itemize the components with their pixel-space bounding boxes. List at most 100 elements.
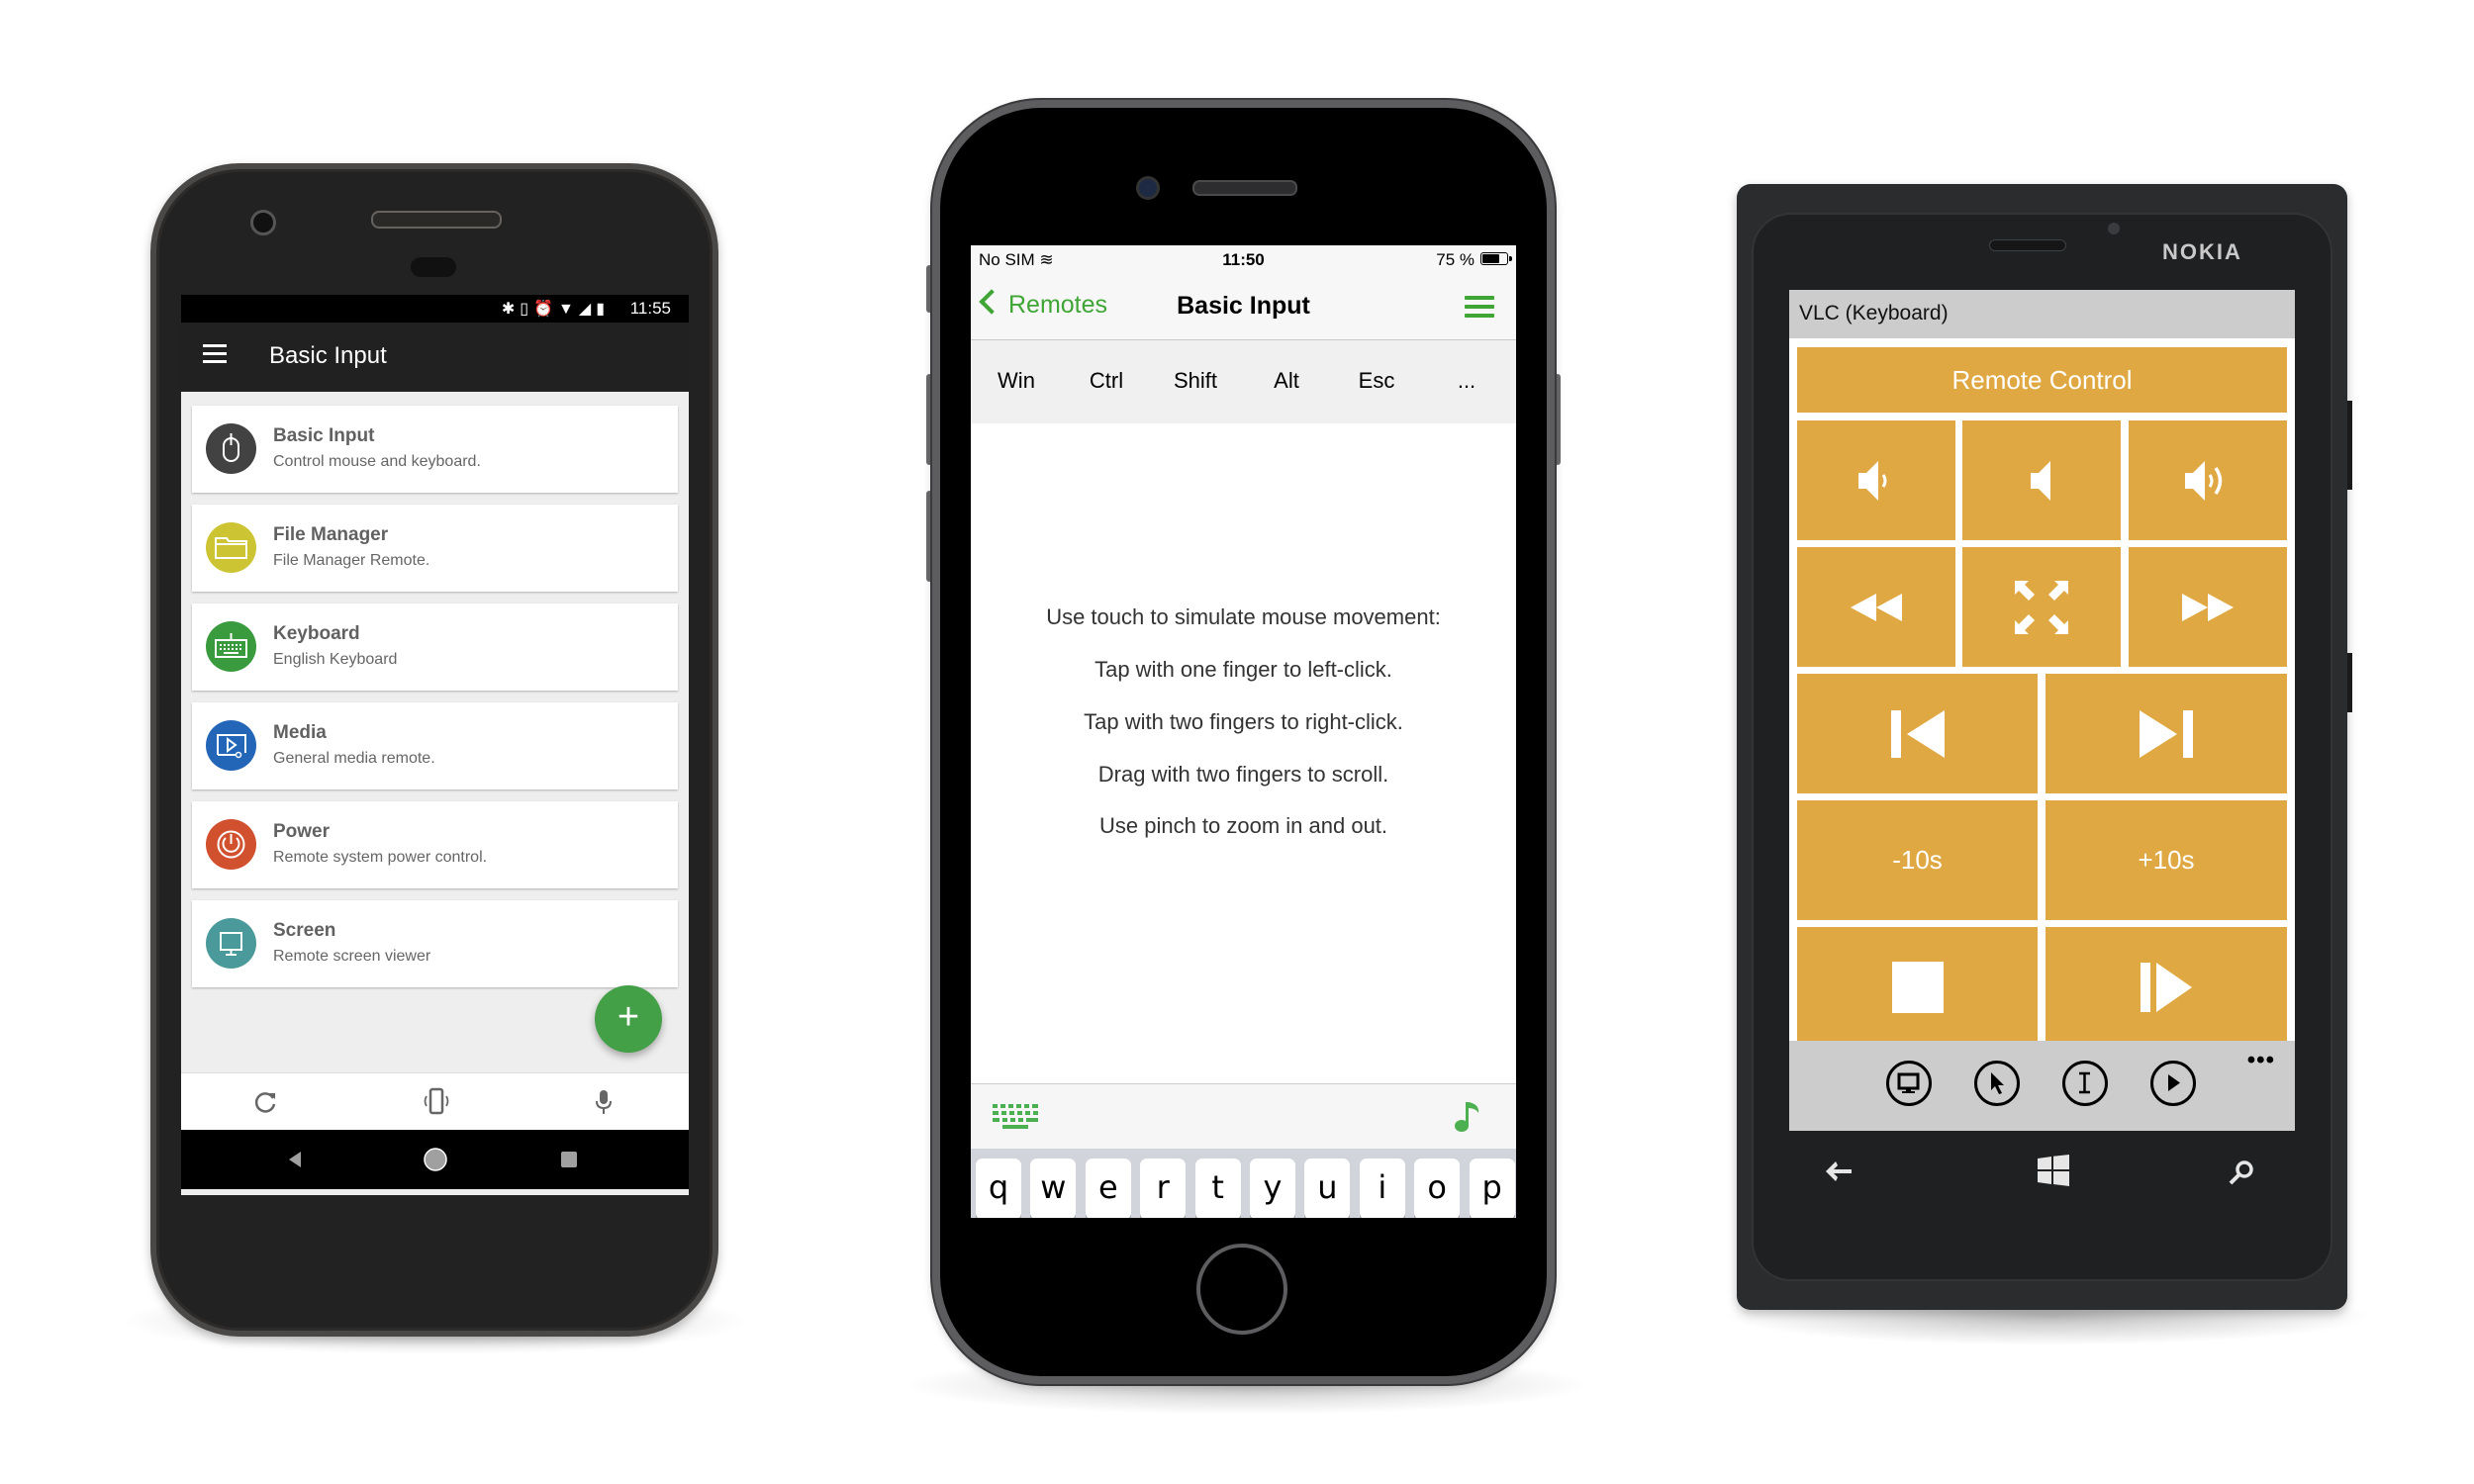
windows-start-icon[interactable] (2038, 1155, 2069, 1191)
media-icon (206, 720, 256, 771)
iphone-earpiece (1192, 180, 1297, 196)
key-q[interactable]: q (976, 1159, 1021, 1218)
key-u[interactable]: u (1304, 1159, 1351, 1218)
key-p[interactable]: p (1469, 1159, 1515, 1218)
screen-mode-button[interactable] (1886, 1061, 1932, 1106)
android-sensor (411, 257, 456, 277)
recents-icon[interactable] (560, 1151, 578, 1173)
android-bottom-actions (181, 1072, 689, 1131)
list-item-basic-input[interactable]: Basic Input Control mouse and keyboard. (192, 406, 678, 493)
key-y[interactable]: y (1250, 1159, 1295, 1218)
modifier-alt[interactable]: Alt (1242, 368, 1331, 394)
item-subtitle: Remote system power control. (273, 849, 488, 866)
list-item-keyboard[interactable]: Keyboard English Keyboard (192, 603, 678, 691)
back-arrow-icon[interactable] (1826, 1160, 1854, 1187)
modifier-ctrl[interactable]: Ctrl (1062, 368, 1151, 394)
alarm-icon: ⏰ (533, 301, 559, 318)
mute-button[interactable] (1962, 420, 2121, 540)
folder-icon (206, 522, 256, 573)
music-note-icon[interactable] (1454, 1099, 1481, 1138)
add-remote-fab[interactable]: + (595, 985, 662, 1053)
android-front-camera (250, 210, 276, 235)
power-icon (206, 819, 256, 870)
battery-percent: 75 % (1436, 250, 1475, 269)
play-icon (2168, 1074, 2180, 1091)
ios-keyboard: 123 space return qwertyuiopasdfghjklzxcv… (971, 1149, 1516, 1218)
microphone-icon[interactable] (589, 1087, 618, 1117)
list-item-power[interactable]: Power Remote system power control. (192, 801, 678, 888)
refresh-icon[interactable] (250, 1087, 280, 1117)
nokia-front-camera (2108, 223, 2120, 234)
item-subtitle: File Manager Remote. (273, 552, 430, 569)
modifier-esc[interactable]: Esc (1332, 368, 1421, 394)
skip-forward-10s-button[interactable]: +10s (2046, 800, 2287, 920)
mouse-mode-button[interactable] (1974, 1061, 2020, 1106)
mouse-icon (206, 423, 256, 474)
hamburger-menu-icon[interactable] (1465, 296, 1494, 323)
list-item-screen[interactable]: Screen Remote screen viewer (192, 900, 678, 987)
item-title: Keyboard (273, 623, 360, 644)
bluetooth-icon: ✱ (501, 301, 521, 318)
remote-control-header-tile: Remote Control (1797, 347, 2287, 413)
remote-list: Basic Input Control mouse and keyboard. … (192, 406, 678, 999)
list-item-file-manager[interactable]: File Manager File Manager Remote. (192, 505, 678, 592)
vibrate-phone-icon[interactable] (420, 1087, 449, 1117)
key-i[interactable]: i (1359, 1159, 1405, 1218)
item-title: Media (273, 722, 327, 743)
next-track-button[interactable] (2046, 674, 2287, 793)
wifi-icon: ▼ (558, 301, 579, 318)
rewind-icon (1851, 593, 1902, 621)
fast-forward-button[interactable] (2129, 547, 2287, 667)
instruction-line: Tap with one finger to left-click. (1094, 657, 1392, 682)
key-o[interactable]: o (1414, 1159, 1461, 1218)
android-earpiece (371, 211, 502, 229)
instruction-line: Drag with two fingers to scroll. (1097, 762, 1389, 787)
skip-back-10s-button[interactable]: -10s (1797, 800, 2038, 920)
key-t[interactable]: t (1194, 1159, 1241, 1218)
modifier-win[interactable]: Win (972, 368, 1061, 394)
play-pause-icon (2141, 962, 2192, 1012)
nokia-volume-rocker (2347, 401, 2352, 490)
media-mode-button[interactable] (2150, 1061, 2196, 1106)
modifier-more[interactable]: ... (1422, 368, 1511, 394)
touchpad-area[interactable]: Use touch to simulate mouse movement: Ta… (971, 423, 1516, 1083)
text-mode-button[interactable] (2062, 1061, 2108, 1106)
app-title-bar: VLC (Keyboard) (1789, 290, 2295, 338)
search-icon[interactable] (2229, 1159, 2254, 1190)
key-r[interactable]: r (1140, 1159, 1187, 1218)
monitor-icon (1897, 1072, 1920, 1093)
home-icon[interactable] (422, 1146, 449, 1178)
next-track-icon (2140, 709, 2193, 758)
volume-down-button[interactable] (1797, 420, 1955, 540)
volume-up-button[interactable] (2129, 420, 2287, 540)
stop-button[interactable] (1797, 927, 2038, 1047)
list-item-media[interactable]: Media General media remote. (192, 702, 678, 789)
iphone-power-button (1555, 374, 1561, 465)
keyboard-toggle-icon[interactable] (993, 1104, 1038, 1135)
mute-icon (2031, 460, 2050, 501)
fast-forward-icon (2182, 593, 2234, 621)
iphone-home-button[interactable] (1196, 1244, 1287, 1335)
modifier-shift[interactable]: Shift (1151, 368, 1240, 394)
play-pause-button[interactable] (2046, 927, 2287, 1047)
volume-down-icon (1858, 460, 1887, 501)
volume-up-icon (2185, 460, 2223, 501)
status-time: 11:50 (1222, 250, 1265, 269)
status-icons: ✱▯⏰▼◢▮ (502, 299, 610, 319)
rewind-button[interactable] (1797, 547, 1955, 667)
more-options-button[interactable]: ••• (2247, 1047, 2275, 1074)
iphone-screen: No SIM ≋ 11:50 75 % Remotes Basic Input … (971, 245, 1516, 1218)
key-w[interactable]: w (1030, 1159, 1077, 1218)
previous-track-button[interactable] (1797, 674, 2038, 793)
input-accessory-bar (971, 1083, 1516, 1150)
screen-icon (206, 918, 256, 969)
page-title: Basic Input (1177, 292, 1310, 320)
hamburger-menu-icon[interactable] (203, 344, 227, 363)
key-e[interactable]: e (1085, 1159, 1131, 1218)
instruction-line: Use pinch to zoom in and out. (1098, 813, 1388, 838)
nokia-screen: VLC (Keyboard) Remote Control -10s +10s (1789, 290, 2295, 1131)
app-title: VLC (Keyboard) (1799, 302, 1949, 325)
back-icon[interactable] (286, 1150, 306, 1174)
instruction-line: Tap with two fingers to right-click. (1084, 709, 1403, 734)
fullscreen-button[interactable] (1962, 547, 2121, 667)
